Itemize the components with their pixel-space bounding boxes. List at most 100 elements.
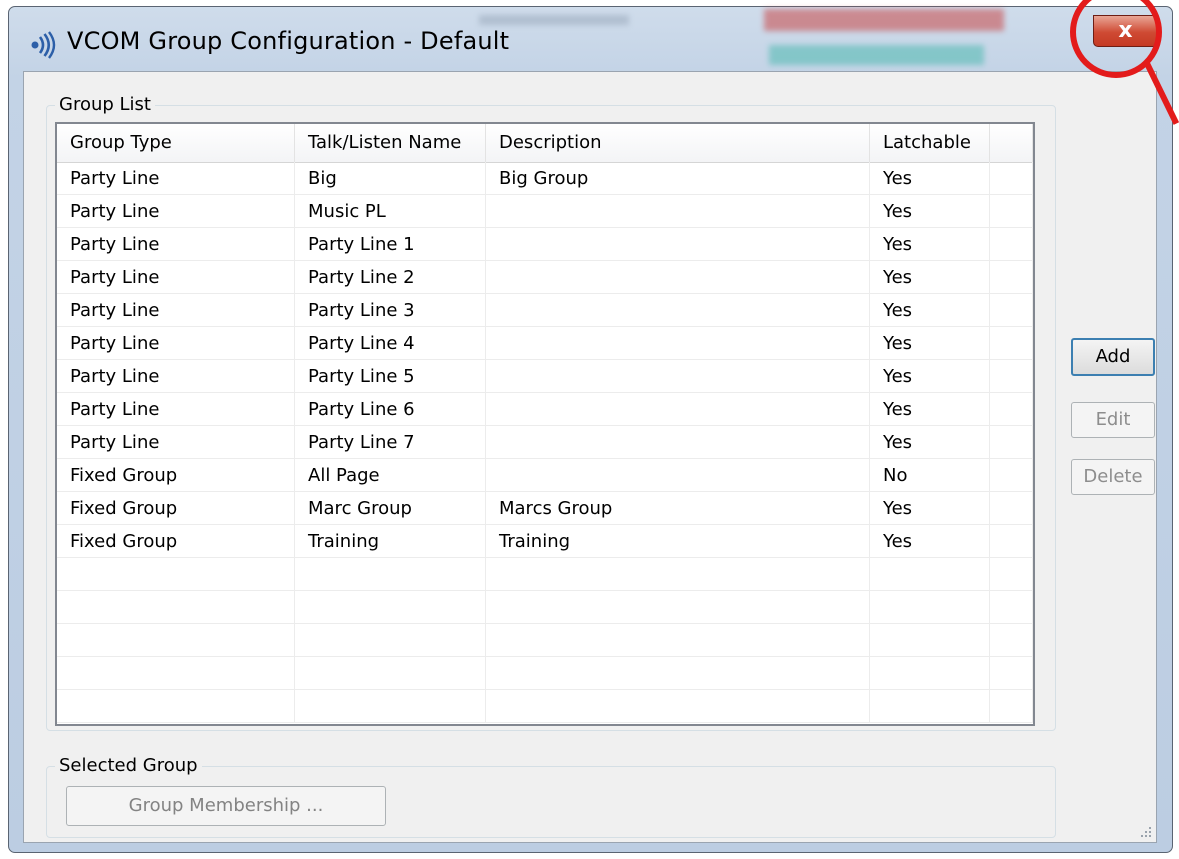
delete-button[interactable]: Delete xyxy=(1071,459,1155,495)
filler-cell xyxy=(990,492,1033,525)
group-type-cell: Party Line xyxy=(57,162,295,195)
group-type-cell xyxy=(57,624,295,657)
filler-cell xyxy=(990,525,1033,558)
window-title: VCOM Group Configuration - Default xyxy=(67,27,510,55)
empty-table-row xyxy=(57,657,1033,690)
filler-cell xyxy=(990,624,1033,657)
description-cell xyxy=(486,690,870,723)
table-row[interactable]: Fixed Group All Page No xyxy=(57,459,1033,492)
vcom-app-icon xyxy=(31,31,56,59)
column-header-description[interactable]: Description xyxy=(486,124,870,162)
table-row[interactable]: Party Line Party Line 6 Yes xyxy=(57,393,1033,426)
group-type-cell: Party Line xyxy=(57,360,295,393)
column-header-group-type[interactable]: Group Type xyxy=(57,124,295,162)
talk-listen-name-cell: Music PL xyxy=(295,195,486,228)
column-header-filler xyxy=(990,124,1033,162)
group-type-cell: Party Line xyxy=(57,261,295,294)
table-row[interactable]: Party Line Big Big Group Yes xyxy=(57,162,1033,195)
group-type-cell: Fixed Group xyxy=(57,459,295,492)
description-cell: Training xyxy=(486,525,870,558)
description-cell: Big Group xyxy=(486,162,870,195)
description-cell xyxy=(486,294,870,327)
resize-grip-icon[interactable] xyxy=(1138,824,1152,838)
selected-group-legend: Selected Group xyxy=(55,755,202,776)
dialog-client-area: Group List Group Type Talk/Listen Name D… xyxy=(23,71,1157,843)
talk-listen-name-cell xyxy=(295,624,486,657)
description-cell xyxy=(486,459,870,492)
description-cell xyxy=(486,393,870,426)
table-row[interactable]: Party Line Party Line 5 Yes xyxy=(57,360,1033,393)
talk-listen-name-cell xyxy=(295,657,486,690)
description-cell: Marcs Group xyxy=(486,492,870,525)
group-type-cell: Party Line xyxy=(57,294,295,327)
column-header-latchable[interactable]: Latchable xyxy=(870,124,990,162)
filler-cell xyxy=(990,657,1033,690)
latchable-cell xyxy=(870,657,990,690)
table-row[interactable]: Party Line Party Line 7 Yes xyxy=(57,426,1033,459)
filler-cell xyxy=(990,327,1033,360)
group-membership-button[interactable]: Group Membership ... xyxy=(66,786,386,826)
latchable-cell: Yes xyxy=(870,162,990,195)
latchable-cell: Yes xyxy=(870,261,990,294)
filler-cell xyxy=(990,690,1033,723)
description-cell xyxy=(486,360,870,393)
talk-listen-name-cell: Party Line 3 xyxy=(295,294,486,327)
add-button[interactable]: Add xyxy=(1071,338,1155,376)
table-row[interactable]: Fixed Group Marc Group Marcs Group Yes xyxy=(57,492,1033,525)
title-bar[interactable]: VCOM Group Configuration - Default x xyxy=(9,7,1172,69)
group-type-cell xyxy=(57,558,295,591)
table-row[interactable]: Party Line Music PL Yes xyxy=(57,195,1033,228)
latchable-cell: Yes xyxy=(870,360,990,393)
group-type-cell: Fixed Group xyxy=(57,525,295,558)
talk-listen-name-cell xyxy=(295,690,486,723)
latchable-cell: Yes xyxy=(870,492,990,525)
latchable-cell xyxy=(870,690,990,723)
background-blur-red xyxy=(764,9,1004,31)
description-cell xyxy=(486,327,870,360)
talk-listen-name-cell xyxy=(295,558,486,591)
empty-table-row xyxy=(57,591,1033,624)
group-type-cell xyxy=(57,591,295,624)
talk-listen-name-cell: Party Line 7 xyxy=(295,426,486,459)
description-cell xyxy=(486,261,870,294)
background-blur-gray xyxy=(479,15,629,25)
column-header-talk-listen-name[interactable]: Talk/Listen Name xyxy=(295,124,486,162)
empty-table-row xyxy=(57,624,1033,657)
latchable-cell: Yes xyxy=(870,525,990,558)
talk-listen-name-cell: Party Line 4 xyxy=(295,327,486,360)
latchable-cell xyxy=(870,624,990,657)
table-row[interactable]: Party Line Party Line 1 Yes xyxy=(57,228,1033,261)
talk-listen-name-cell: Big xyxy=(295,162,486,195)
group-type-cell: Party Line xyxy=(57,228,295,261)
latchable-cell: Yes xyxy=(870,228,990,261)
talk-listen-name-cell: All Page xyxy=(295,459,486,492)
table-row[interactable]: Fixed Group Training Training Yes xyxy=(57,525,1033,558)
latchable-cell: Yes xyxy=(870,195,990,228)
edit-button[interactable]: Edit xyxy=(1071,402,1155,438)
talk-listen-name-cell: Party Line 5 xyxy=(295,360,486,393)
filler-cell xyxy=(990,360,1033,393)
talk-listen-name-cell: Marc Group xyxy=(295,492,486,525)
description-cell xyxy=(486,195,870,228)
description-cell xyxy=(486,558,870,591)
latchable-cell: Yes xyxy=(870,393,990,426)
latchable-cell: Yes xyxy=(870,426,990,459)
filler-cell xyxy=(990,459,1033,492)
talk-listen-name-cell: Party Line 6 xyxy=(295,393,486,426)
latchable-cell xyxy=(870,591,990,624)
table-row[interactable]: Party Line Party Line 4 Yes xyxy=(57,327,1033,360)
latchable-cell: No xyxy=(870,459,990,492)
description-cell xyxy=(486,624,870,657)
table-row[interactable]: Party Line Party Line 2 Yes xyxy=(57,261,1033,294)
group-list-table[interactable]: Group Type Talk/Listen Name Description … xyxy=(55,122,1035,726)
filler-cell xyxy=(990,294,1033,327)
group-type-cell: Party Line xyxy=(57,426,295,459)
group-list-legend: Group List xyxy=(55,94,155,115)
table-row[interactable]: Party Line Party Line 3 Yes xyxy=(57,294,1033,327)
filler-cell xyxy=(990,162,1033,195)
filler-cell xyxy=(990,228,1033,261)
talk-listen-name-cell: Party Line 1 xyxy=(295,228,486,261)
group-type-cell: Party Line xyxy=(57,327,295,360)
group-type-cell: Fixed Group xyxy=(57,492,295,525)
empty-table-row xyxy=(57,558,1033,591)
